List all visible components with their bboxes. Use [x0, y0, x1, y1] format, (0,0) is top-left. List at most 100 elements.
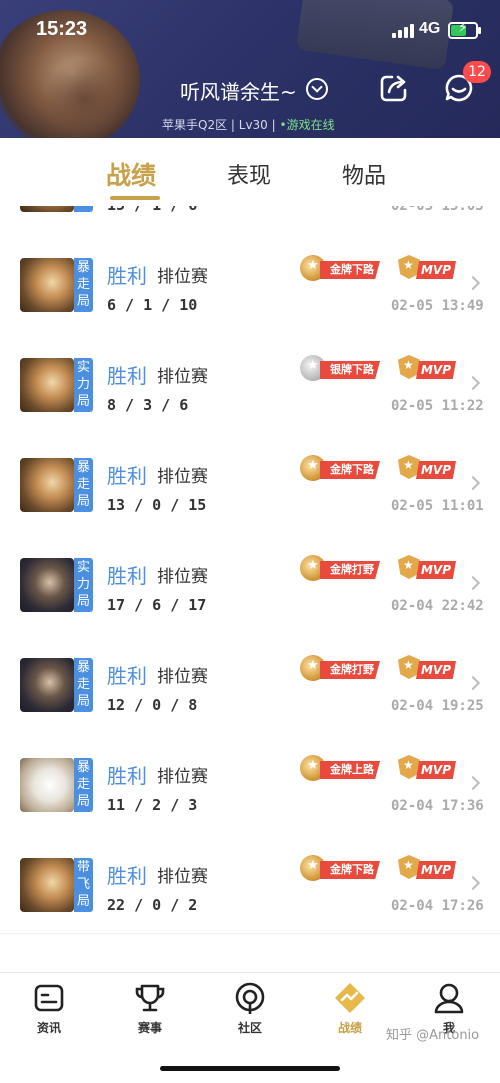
- account-info: 苹果手Q2区 | Lv30 | •游戏在线: [162, 116, 335, 133]
- medal-label: 金牌下路: [320, 461, 380, 479]
- match-date: 02-04 22:42: [391, 598, 484, 614]
- nav-events[interactable]: 赛事: [115, 981, 185, 1036]
- mode-tag: 带飞局: [74, 858, 93, 912]
- status-bar: 15:23 4G ⚡: [0, 18, 500, 44]
- mode-tag: 暴走局: [74, 258, 93, 312]
- match-type: 排位赛: [157, 367, 208, 387]
- match-row[interactable]: 暴走局胜利排位赛 12 / 0 / 8 ★金牌打野 MVP 02-04 19:25: [0, 633, 500, 734]
- account-switch-chevron-icon[interactable]: [306, 78, 328, 100]
- hero-avatar: [20, 658, 74, 712]
- match-type: 排位赛: [157, 767, 208, 787]
- hero-avatar: [20, 858, 74, 912]
- tab-performance[interactable]: 表现: [227, 158, 271, 190]
- trophy-icon: [135, 984, 165, 1012]
- match-result: 胜利: [107, 264, 147, 288]
- medal-badge: ★ 金牌上路: [300, 755, 392, 781]
- match-result: 胜利: [107, 664, 147, 688]
- match-row[interactable]: 暴走局胜利排位赛15 / 1 / 6★金牌下路MVP02-05 15:03: [0, 206, 500, 234]
- nav-community[interactable]: 社区: [215, 981, 285, 1036]
- kda-score: 13 / 0 / 15: [107, 496, 207, 514]
- hero-avatar: [20, 258, 74, 312]
- mode-tag: 暴走局: [74, 458, 93, 512]
- mvp-label: MVP: [416, 261, 456, 279]
- medal-badge: ★ 银牌下路: [300, 355, 392, 381]
- chevron-right-icon: [465, 275, 481, 291]
- nav-records-label: 战绩: [337, 1021, 362, 1035]
- notification-badge: 12: [463, 61, 491, 83]
- medal-label: 金牌上路: [320, 761, 380, 779]
- chevron-right-icon: [465, 775, 481, 791]
- match-row[interactable]: 实力局胜利排位赛 8 / 3 / 6 ★银牌下路 MVP 02-05 11:22: [0, 333, 500, 434]
- chevron-right-icon: [465, 575, 481, 591]
- news-icon: [34, 984, 64, 1012]
- kda-score: 22 / 0 / 2: [107, 896, 198, 914]
- mvp-badge: MVP: [398, 255, 460, 282]
- mvp-badge: MVP: [398, 455, 460, 482]
- match-row[interactable]: 暴走局胜利排位赛 13 / 0 / 15 ★金牌下路 MVP 02-05 11:01: [0, 433, 500, 534]
- tab-records[interactable]: 战绩: [106, 156, 156, 192]
- hero-avatar: [20, 206, 74, 212]
- home-indicator[interactable]: [160, 1066, 340, 1071]
- match-row[interactable]: 暴走局胜利排位赛 6 / 1 / 10 ★金牌下路 MVP 02-05 13:49: [0, 233, 500, 334]
- kda-score: 8 / 3 / 6: [107, 396, 189, 414]
- match-list[interactable]: 暴走局胜利排位赛15 / 1 / 6★金牌下路MVP02-05 15:03暴走局…: [0, 206, 500, 972]
- kda-score: 12 / 0 / 8: [107, 696, 198, 714]
- mode-tag: 实力局: [74, 358, 93, 412]
- mode-tag: 暴走局: [74, 758, 93, 812]
- match-type: 排位赛: [157, 467, 208, 487]
- signal-icon: [392, 24, 414, 38]
- username[interactable]: 听风谱余生~: [180, 76, 297, 105]
- chevron-right-icon: [465, 675, 481, 691]
- share-icon[interactable]: [378, 72, 410, 104]
- active-tab-indicator: [110, 196, 160, 200]
- mvp-badge: MVP: [398, 555, 460, 582]
- match-date: 02-05 11:01: [391, 498, 484, 514]
- medal-badge: ★ 金牌下路: [300, 855, 392, 881]
- medal-label: 金牌打野: [320, 561, 380, 579]
- nav-news[interactable]: 资讯: [14, 981, 84, 1036]
- match-result: 胜利: [107, 764, 147, 788]
- chevron-right-icon: [465, 375, 481, 391]
- match-type: 排位赛: [157, 667, 208, 687]
- match-date: 02-04 17:26: [391, 898, 484, 914]
- nav-records[interactable]: 战绩: [315, 981, 385, 1036]
- nav-community-label: 社区: [237, 1021, 262, 1035]
- match-type: 排位赛: [157, 867, 208, 887]
- kda-score: 15 / 1 / 6: [107, 206, 197, 214]
- mvp-label: MVP: [416, 461, 456, 479]
- match-row[interactable]: 暴走局胜利排位赛 11 / 2 / 3 ★金牌上路 MVP 02-04 17:36: [0, 733, 500, 834]
- medal-badge: ★ 金牌打野: [300, 555, 392, 581]
- medal-label: 银牌下路: [320, 361, 380, 379]
- mvp-label: MVP: [416, 861, 456, 879]
- mode-tag: 暴走局: [74, 658, 93, 712]
- medal-badge: ★ 金牌下路: [300, 255, 392, 281]
- mvp-label: MVP: [416, 361, 456, 379]
- profile-header: 15:23 4G ⚡ 听风谱余生~ 12 苹果手Q2区 | Lv30 | •游戏…: [0, 0, 500, 138]
- match-row[interactable]: 实力局胜利排位赛 17 / 6 / 17 ★金牌打野 MVP 02-04 22:42: [0, 533, 500, 634]
- nav-news-label: 资讯: [36, 1021, 61, 1035]
- match-type: 排位赛: [157, 567, 208, 587]
- mode-tag: 实力局: [74, 558, 93, 612]
- match-date: 02-05 15:03: [391, 206, 484, 214]
- mvp-badge: MVP: [398, 855, 460, 882]
- server-level-text: 苹果手Q2区 | Lv30 |: [162, 118, 280, 132]
- kda-score: 11 / 2 / 3: [107, 796, 198, 814]
- battery-icon: ⚡: [448, 20, 481, 39]
- match-type: 排位赛: [157, 267, 208, 287]
- online-status: •游戏在线: [279, 118, 335, 132]
- mvp-badge: MVP: [398, 655, 460, 682]
- tab-items[interactable]: 物品: [342, 158, 386, 190]
- kda-score: 6 / 1 / 10: [107, 296, 198, 314]
- kda-score: 17 / 6 / 17: [107, 596, 207, 614]
- match-date: 02-05 13:49: [391, 298, 484, 314]
- tab-bar: 战绩 表现 物品: [0, 138, 500, 207]
- match-row[interactable]: 带飞局胜利排位赛 22 / 0 / 2 ★金牌下路 MVP 02-04 17:26: [0, 833, 500, 934]
- match-date: 02-04 19:25: [391, 698, 484, 714]
- match-result: 胜利: [107, 864, 147, 888]
- medal-badge: ★ 金牌下路: [300, 455, 392, 481]
- medal-badge: ★ 金牌打野: [300, 655, 392, 681]
- medal-label: 金牌下路: [320, 261, 380, 279]
- match-date: 02-05 11:22: [391, 398, 484, 414]
- medal-label: 金牌打野: [320, 661, 380, 679]
- mvp-label: MVP: [416, 661, 456, 679]
